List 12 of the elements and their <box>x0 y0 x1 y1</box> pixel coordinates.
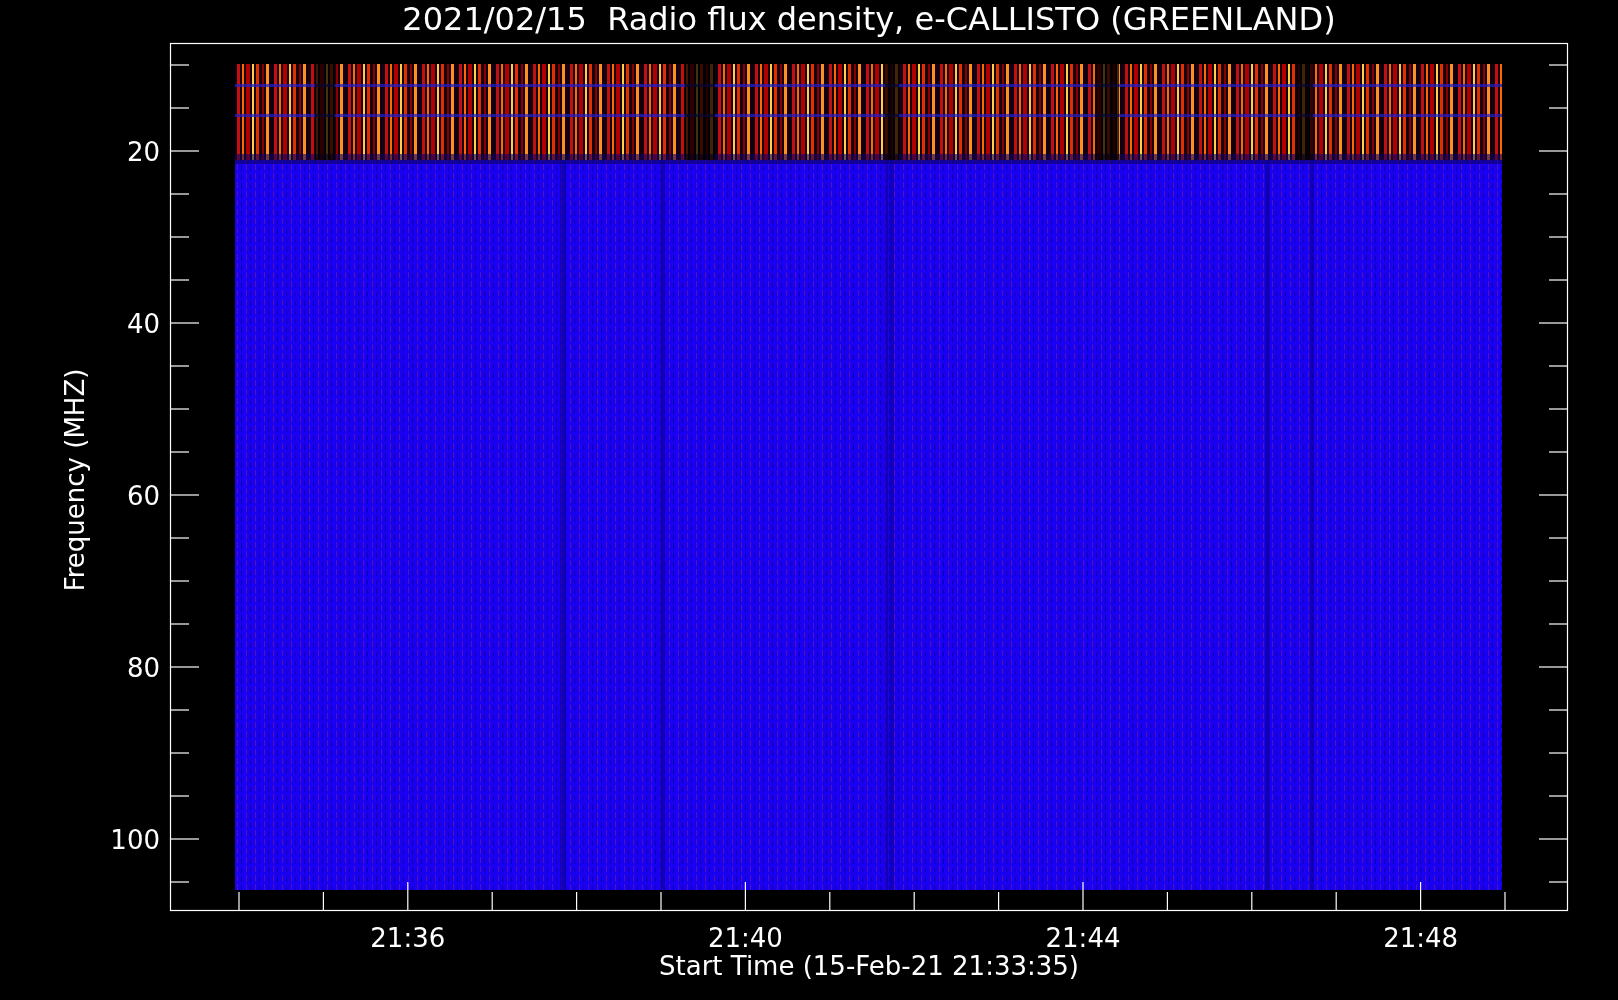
axis-tick-label: 100 <box>110 825 160 855</box>
plot-title: 2021/02/15 Radio flux density, e-CALLISTO (GREENLAND) <box>402 0 1336 38</box>
axis-tick-label: 21:48 <box>1383 923 1459 953</box>
y-axis-title: Frequency (MHZ) <box>60 368 90 592</box>
axis-tick-label: 21:44 <box>1045 923 1121 953</box>
axis-tick-label: 40 <box>126 309 160 339</box>
axis-tick-label: 60 <box>126 481 160 511</box>
x-axis-title: Start Time (15-Feb-21 21:33:35) <box>659 951 1079 981</box>
axis-tick-label: 21:40 <box>707 923 783 953</box>
axis-tick-label: 21:36 <box>370 923 446 953</box>
axis-tick-label: 20 <box>126 137 160 167</box>
axis-tick-label: 80 <box>126 653 160 683</box>
